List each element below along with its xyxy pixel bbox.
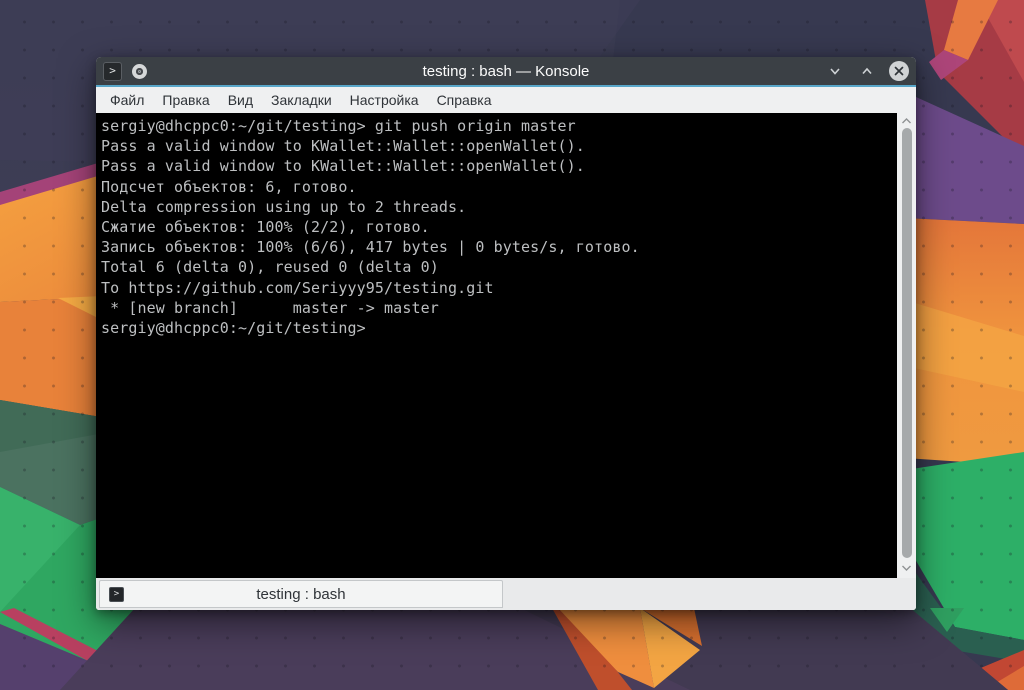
window-menu-dot-icon[interactable] <box>132 64 147 79</box>
terminal-line: sergiy@dhcppc0:~/git/testing> git push o… <box>101 116 890 136</box>
menu-bar: Файл Правка Вид Закладки Настройка Справ… <box>96 87 916 113</box>
minimize-button[interactable] <box>825 61 845 81</box>
chevron-up-icon <box>860 64 874 78</box>
chevron-down-icon <box>828 64 842 78</box>
terminal-line: sergiy@dhcppc0:~/git/testing> <box>101 318 890 338</box>
window-title: testing : bash — Konsole <box>96 63 916 80</box>
terminal-line: Total 6 (delta 0), reused 0 (delta 0) <box>101 257 890 277</box>
terminal-line: * [new branch] master -> master <box>101 298 890 318</box>
menu-item-edit[interactable]: Правка <box>153 87 218 113</box>
tab-testing-bash[interactable]: > testing : bash <box>99 580 503 608</box>
scroll-up-arrow-icon[interactable] <box>897 115 916 127</box>
menu-item-settings[interactable]: Настройка <box>341 87 428 113</box>
menu-item-bookmarks[interactable]: Закладки <box>262 87 341 113</box>
close-x-icon <box>893 65 905 77</box>
desktop: > testing : bash — Konsole <box>0 0 1024 690</box>
terminal-line: Pass a valid window to KWallet::Wallet::… <box>101 156 890 176</box>
scroll-down-arrow-icon[interactable] <box>897 562 916 574</box>
close-button[interactable] <box>889 61 909 81</box>
window-controls <box>825 61 909 81</box>
tab-label: testing : bash <box>256 586 345 603</box>
terminal-line: Запись объектов: 100% (6/6), 417 bytes |… <box>101 237 890 257</box>
konsole-window: > testing : bash — Konsole <box>96 57 916 610</box>
scrollbar-thumb[interactable] <box>902 128 912 558</box>
terminal-line: Pass a valid window to KWallet::Wallet::… <box>101 136 890 156</box>
terminal-line: Delta compression using up to 2 threads. <box>101 197 890 217</box>
menu-item-view[interactable]: Вид <box>219 87 262 113</box>
scrollbar-track[interactable] <box>897 113 916 578</box>
terminal-line: To https://github.com/Seriyyy95/testing.… <box>101 278 890 298</box>
terminal-line: Подсчет объектов: 6, готово. <box>101 177 890 197</box>
konsole-app-icon: > <box>103 62 122 81</box>
menu-item-file[interactable]: Файл <box>101 87 153 113</box>
menu-item-help[interactable]: Справка <box>428 87 501 113</box>
terminal-tab-icon: > <box>109 587 124 602</box>
titlebar[interactable]: > testing : bash — Konsole <box>96 57 916 85</box>
terminal-line: Сжатие объектов: 100% (2/2), готово. <box>101 217 890 237</box>
tab-bar: > testing : bash <box>96 578 916 610</box>
terminal-output[interactable]: sergiy@dhcppc0:~/git/testing> git push o… <box>96 113 916 578</box>
maximize-button[interactable] <box>857 61 877 81</box>
